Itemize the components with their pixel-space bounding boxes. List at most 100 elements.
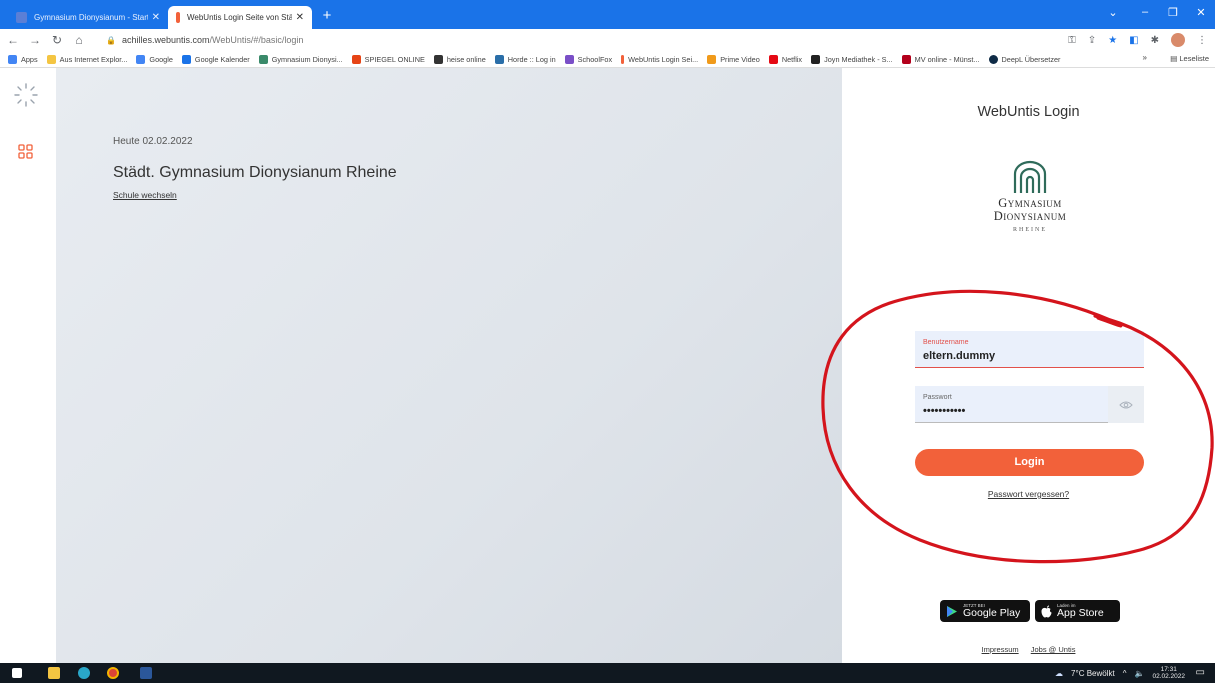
forgot-password-link[interactable]: Passwort vergessen? bbox=[842, 489, 1215, 499]
bookmark-label: Gymnasium Dionysi... bbox=[271, 54, 343, 64]
webuntis-icon bbox=[621, 54, 625, 64]
bookmark-google[interactable]: Google bbox=[136, 54, 173, 64]
bookmark-schoolfox[interactable]: SchoolFox bbox=[564, 54, 612, 64]
bookmark-spiegel[interactable]: SPIEGEL ONLINE bbox=[351, 54, 425, 64]
forward-icon[interactable]: → bbox=[26, 33, 44, 47]
password-field[interactable]: Passwort ••••••••••• bbox=[915, 386, 1144, 423]
weather-icon[interactable]: ☁ bbox=[1055, 669, 1063, 678]
app-grid-icon[interactable] bbox=[18, 144, 33, 159]
bookmark-label: SPIEGEL ONLINE bbox=[364, 54, 425, 64]
bookmark-google-calendar[interactable]: Google Kalender bbox=[181, 54, 250, 64]
password-input[interactable]: ••••••••••• bbox=[923, 405, 1103, 417]
username-label: Benutzername bbox=[923, 339, 969, 346]
close-tab-icon[interactable]: ✕ bbox=[152, 12, 160, 23]
deepl-icon bbox=[988, 54, 998, 64]
login-panel: WebUntis Login Gymnasium Dionysianum RHE… bbox=[842, 68, 1215, 663]
notifications-icon[interactable]: ▭ bbox=[1196, 667, 1205, 678]
show-password-button[interactable] bbox=[1108, 386, 1144, 423]
bookmark-label: Joyn Mediathek - S... bbox=[824, 54, 893, 64]
bookmarks-bar: Apps Aus Internet Explor... Google Googl… bbox=[0, 51, 1215, 68]
bookmark-prime-video[interactable]: Prime Video bbox=[707, 54, 760, 64]
file-explorer-icon[interactable] bbox=[48, 667, 60, 679]
close-tab-icon[interactable]: ✕ bbox=[296, 12, 304, 23]
key-icon[interactable]: ⚿ bbox=[1068, 35, 1076, 46]
switch-school-link[interactable]: Schule wechseln bbox=[113, 190, 177, 200]
calendar-icon bbox=[181, 54, 191, 64]
bookmark-heise[interactable]: heise online bbox=[433, 54, 486, 64]
google-play-badge[interactable]: JETZT BEI Google Play bbox=[940, 600, 1030, 622]
app-store-badge[interactable]: Laden im App Store bbox=[1035, 600, 1120, 622]
bookmark-webuntis[interactable]: WebUntis Login Sei... bbox=[621, 54, 699, 64]
new-tab-button[interactable]: + bbox=[319, 8, 335, 24]
imprint-link[interactable]: Impressum bbox=[982, 645, 1019, 654]
tab-title: Gymnasium Dionysianum - Startseite bbox=[34, 13, 148, 22]
profile-avatar[interactable] bbox=[1171, 33, 1185, 47]
password-label: Passwort bbox=[923, 394, 952, 401]
google-play-text: Google Play bbox=[963, 607, 1021, 619]
tab-gymnasium[interactable]: Gymnasium Dionysianum - Startseite ✕ bbox=[8, 6, 168, 29]
bookmark-label: MV online - Münst... bbox=[914, 54, 980, 64]
bookmark-label: heise online bbox=[446, 54, 486, 64]
share-icon[interactable]: ⇪ bbox=[1088, 35, 1096, 46]
tray-chevron-icon[interactable]: ^ bbox=[1123, 669, 1127, 678]
username-input[interactable]: eltern.dummy bbox=[923, 350, 1103, 362]
bookmark-ie[interactable]: Aus Internet Explor... bbox=[46, 54, 127, 64]
puzzle-icon[interactable]: ✱ bbox=[1151, 35, 1159, 46]
address-bar[interactable]: 🔒 achilles.webuntis.com/WebUntis/#/basic… bbox=[106, 35, 303, 45]
clock-time: 17:31 bbox=[1160, 666, 1177, 673]
word-icon[interactable] bbox=[140, 667, 152, 679]
joyn-icon bbox=[811, 54, 821, 64]
bookmark-label: Horde :: Log in bbox=[507, 54, 556, 64]
webuntis-favicon-icon bbox=[176, 12, 180, 23]
mv-icon bbox=[901, 54, 911, 64]
clock[interactable]: 17:31 02.02.2022 bbox=[1152, 666, 1185, 680]
tab-search-icon[interactable]: ⌄ bbox=[1103, 6, 1123, 19]
apple-icon bbox=[1041, 605, 1052, 617]
windows-start-icon[interactable] bbox=[12, 668, 22, 678]
bookmark-horde[interactable]: Horde :: Log in bbox=[494, 54, 556, 64]
bookmark-gymnasium[interactable]: Gymnasium Dionysi... bbox=[258, 54, 343, 64]
volume-icon[interactable]: 🔈 bbox=[1134, 669, 1144, 678]
clock-date: 02.02.2022 bbox=[1152, 673, 1185, 680]
app-icon[interactable] bbox=[78, 667, 90, 679]
app-store-text: App Store bbox=[1057, 607, 1104, 619]
more-bookmarks-button[interactable]: » bbox=[1143, 53, 1147, 62]
bookmark-joyn[interactable]: Joyn Mediathek - S... bbox=[811, 54, 893, 64]
star-icon[interactable]: ★ bbox=[1108, 35, 1117, 46]
login-button[interactable]: Login bbox=[915, 449, 1144, 476]
menu-icon[interactable]: ⋮ bbox=[1197, 35, 1207, 46]
extension-icon[interactable]: ◧ bbox=[1129, 35, 1138, 46]
chrome-icon[interactable] bbox=[107, 667, 119, 679]
bookmark-apps[interactable]: Apps bbox=[8, 54, 38, 64]
jobs-link[interactable]: Jobs @ Untis bbox=[1031, 645, 1076, 654]
weather-text[interactable]: 7°C Bewölkt bbox=[1071, 669, 1115, 678]
eye-icon bbox=[1119, 401, 1133, 408]
footer-links: Impressum Jobs @ Untis bbox=[842, 645, 1215, 654]
reload-icon[interactable]: ↻ bbox=[48, 33, 66, 47]
minimize-icon[interactable]: – bbox=[1135, 6, 1155, 18]
reading-list-label: Leseliste bbox=[1179, 54, 1209, 63]
left-rail bbox=[0, 68, 56, 663]
bookmark-label: Prime Video bbox=[720, 54, 760, 64]
close-window-icon[interactable]: ✕ bbox=[1191, 6, 1211, 19]
bookmark-deepl[interactable]: DeepL Übersetzer bbox=[988, 54, 1060, 64]
today-date: Heute 02.02.2022 bbox=[113, 136, 193, 147]
school-name: Städt. Gymnasium Dionysianum Rheine bbox=[113, 164, 397, 181]
schoolfox-icon bbox=[564, 54, 574, 64]
bookmark-netflix[interactable]: Netflix bbox=[768, 54, 802, 64]
tab-webuntis[interactable]: WebUntis Login Seite von Städt. Gymnasiu… bbox=[168, 6, 312, 29]
reading-list-button[interactable]: ▤ Leseliste bbox=[1170, 54, 1209, 63]
bookmark-label: Google bbox=[149, 54, 173, 64]
username-field[interactable]: Benutzername eltern.dummy bbox=[915, 331, 1144, 368]
back-icon[interactable]: ← bbox=[4, 33, 22, 47]
horde-icon bbox=[494, 54, 504, 64]
loading-spinner-icon bbox=[14, 83, 38, 107]
maximize-icon[interactable]: ❐ bbox=[1163, 6, 1183, 19]
login-title: WebUntis Login bbox=[977, 104, 1080, 120]
bookmark-label: WebUntis Login Sei... bbox=[628, 54, 699, 64]
school-hero: Heute 02.02.2022 Städt. Gymnasium Dionys… bbox=[56, 68, 842, 663]
tab-title: WebUntis Login Seite von Städt. Gymnasiu… bbox=[187, 13, 292, 22]
google-icon bbox=[136, 54, 146, 64]
home-icon[interactable]: ⌂ bbox=[70, 33, 88, 47]
bookmark-mv-online[interactable]: MV online - Münst... bbox=[901, 54, 980, 64]
